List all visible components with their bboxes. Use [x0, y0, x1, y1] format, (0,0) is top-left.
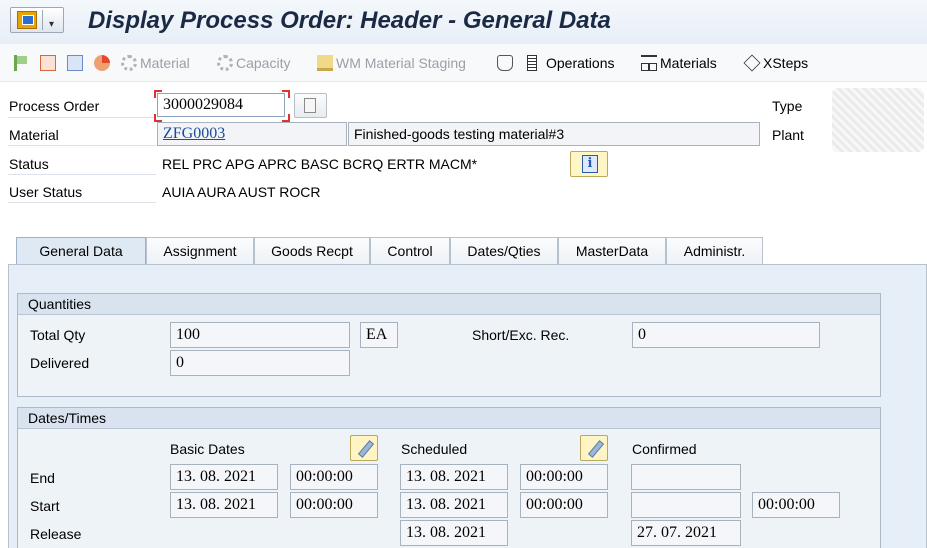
- start-label: Start: [30, 498, 60, 514]
- end-label: End: [30, 470, 55, 486]
- tab-control[interactable]: Control: [370, 237, 450, 264]
- pie-chart-icon: [94, 55, 110, 71]
- basic-dates-header: Basic Dates: [170, 441, 245, 457]
- capacity-button-label: Capacity: [236, 55, 291, 71]
- wm-material-staging-button[interactable]: WM Material Staging: [317, 52, 466, 74]
- wm-staging-label: WM Material Staging: [336, 55, 466, 71]
- confirmed-header: Confirmed: [632, 441, 697, 457]
- boxes-icon: [497, 55, 513, 71]
- focus-marker: [154, 90, 162, 98]
- short-exc-field[interactable]: 0: [632, 322, 820, 348]
- document-icon: [40, 55, 56, 71]
- process-order-input[interactable]: 3000029084: [157, 93, 285, 117]
- application-toolbar: Material Capacity WM Material Staging Op…: [0, 44, 927, 82]
- end-confirmed-date[interactable]: [631, 464, 741, 490]
- plant-label: Plant: [772, 127, 804, 143]
- end-scheduled-date[interactable]: 13. 08. 2021: [400, 464, 508, 490]
- info-icon: i: [582, 155, 598, 173]
- capacity-button[interactable]: Capacity: [217, 52, 290, 74]
- focus-marker: [154, 114, 162, 122]
- component-overview-button[interactable]: [497, 52, 516, 74]
- tab-dates-quantities[interactable]: Dates/Qties: [450, 237, 558, 264]
- tab-strip: General Data Assignment Goods Recpt Cont…: [8, 237, 927, 264]
- dates-times-group: Dates/Times Basic Dates Scheduled Confir…: [17, 407, 881, 548]
- materials-button[interactable]: Materials: [641, 52, 717, 74]
- material-gears-icon: [121, 55, 137, 71]
- process-order-label: Process Order: [9, 98, 100, 114]
- user-status-value: AUIA AURA AUST ROCR: [162, 184, 321, 200]
- redacted-area: [832, 88, 924, 152]
- start-confirmed-time[interactable]: 00:00:00: [752, 492, 840, 518]
- end-scheduled-time[interactable]: 00:00:00: [520, 464, 608, 490]
- quantities-group: Quantities Total Qty 100 EA Short/Exc. R…: [17, 293, 881, 397]
- status-label: Status: [9, 156, 49, 172]
- start-basic-date[interactable]: 13. 08. 2021: [170, 492, 278, 518]
- document-search-icon: [304, 98, 316, 113]
- material-link[interactable]: ZFG0003: [163, 125, 225, 142]
- flag-icon: [14, 55, 30, 71]
- type-label: Type: [772, 98, 803, 114]
- dropdown-arrow-icon: ▾: [49, 19, 55, 30]
- materials-label: Materials: [660, 55, 717, 71]
- status-value: REL PRC APG APRC BASC BCRQ ERTR MACM*: [162, 156, 478, 172]
- tab-assignment[interactable]: Assignment: [146, 237, 254, 264]
- status-flag-button[interactable]: [14, 52, 33, 74]
- tab-content-area: Quantities Total Qty 100 EA Short/Exc. R…: [8, 264, 927, 548]
- document-button[interactable]: [40, 52, 59, 74]
- start-scheduled-date[interactable]: 13. 08. 2021: [400, 492, 508, 518]
- release-scheduled-date[interactable]: 13. 08. 2021: [400, 520, 508, 546]
- operations-button[interactable]: Operations: [527, 52, 614, 74]
- xsteps-label: XSteps: [763, 55, 809, 71]
- delivered-label: Delivered: [30, 355, 90, 371]
- system-menu-icon: [17, 11, 37, 29]
- tab-general-data[interactable]: General Data: [16, 237, 146, 264]
- separator: [42, 10, 43, 30]
- operations-label: Operations: [546, 55, 615, 71]
- bom-tree-icon: [641, 55, 657, 71]
- system-menu-button[interactable]: ▾: [10, 7, 64, 33]
- tab-goods-receipt[interactable]: Goods Recpt: [254, 237, 370, 264]
- tab-master-data[interactable]: MasterData: [558, 237, 666, 264]
- capacity-gears-icon: [217, 55, 233, 71]
- total-qty-label: Total Qty: [30, 327, 86, 343]
- operations-list-icon: [527, 55, 537, 71]
- short-exc-label: Short/Exc. Rec.: [472, 327, 570, 343]
- title-bar: ▾ Display Process Order: Header - Genera…: [0, 0, 927, 44]
- start-confirmed-date[interactable]: [631, 492, 741, 518]
- dates-times-group-title: Dates/Times: [18, 408, 880, 429]
- costs-button[interactable]: [67, 52, 86, 74]
- xsteps-button[interactable]: XSteps: [743, 52, 809, 74]
- start-basic-time[interactable]: 00:00:00: [290, 492, 378, 518]
- basic-dates-edit-button[interactable]: [350, 435, 378, 461]
- unit-field[interactable]: EA: [360, 322, 398, 348]
- end-basic-time[interactable]: 00:00:00: [290, 464, 378, 490]
- status-info-button[interactable]: i: [570, 151, 608, 177]
- material-field[interactable]: ZFG0003: [157, 122, 347, 146]
- analysis-button[interactable]: [94, 52, 113, 74]
- window-title: Display Process Order: Header - General …: [88, 7, 611, 34]
- material-label: Material: [9, 127, 59, 143]
- material-button[interactable]: Material: [121, 52, 190, 74]
- end-basic-date[interactable]: 13. 08. 2021: [170, 464, 278, 490]
- start-scheduled-time[interactable]: 00:00:00: [520, 492, 608, 518]
- focus-marker: [282, 90, 290, 98]
- quantities-group-title: Quantities: [18, 294, 880, 315]
- focus-marker: [282, 114, 290, 122]
- scheduled-header: Scheduled: [401, 441, 468, 457]
- material-description-field: Finished-goods testing material#3: [348, 122, 760, 146]
- calculator-icon: [67, 55, 83, 71]
- total-qty-field[interactable]: 100: [170, 322, 350, 348]
- staging-cart-icon: [317, 55, 333, 71]
- delivered-field[interactable]: 0: [170, 350, 350, 376]
- value-help-button[interactable]: [294, 93, 327, 118]
- tab-administration[interactable]: Administr.: [666, 237, 763, 264]
- release-label: Release: [30, 526, 82, 542]
- scheduled-edit-button[interactable]: [580, 435, 608, 461]
- user-status-label: User Status: [9, 184, 83, 200]
- release-confirmed-date[interactable]: 27. 07. 2021: [631, 520, 741, 546]
- material-button-label: Material: [140, 55, 190, 71]
- cube-icon: [743, 54, 761, 72]
